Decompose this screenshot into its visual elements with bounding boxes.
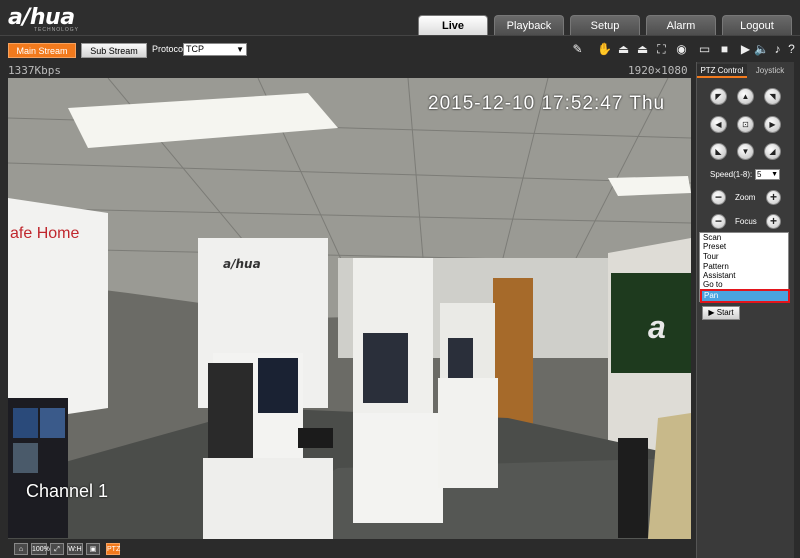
ptz-panel: PTZ Control Joystick ◤ ▲ ◥ ◀ ⊡ ▶ ◣ ▼ ◢ S… — [696, 62, 794, 558]
ptz-down-right-button[interactable]: ◢ — [764, 143, 781, 160]
ptz-function-dropdown[interactable]: Scan Preset Tour Pattern Assistant Go to… — [699, 232, 790, 303]
protocol-value: TCP — [186, 44, 204, 54]
focus-out-button[interactable]: − — [711, 214, 726, 229]
ptz-left-button[interactable]: ◀ — [710, 116, 727, 133]
ptz-right-button[interactable]: ▶ — [764, 116, 781, 133]
function-option-assistant[interactable]: Assistant — [703, 271, 735, 280]
ptz-up-button[interactable]: ▲ — [737, 88, 754, 105]
bell-alt-icon[interactable]: ⏏ — [635, 42, 650, 57]
bitrate-readout: 1337Kbps — [8, 64, 61, 77]
scene-brand-text: a/hua — [223, 257, 261, 271]
logo-subtext: TECHNOLOGY — [34, 27, 80, 33]
fullscreen-icon[interactable]: ▣ — [86, 543, 100, 555]
main-stream-button[interactable]: Main Stream — [8, 43, 76, 58]
zoom-100-button[interactable]: 100% — [31, 543, 50, 555]
home-icon[interactable]: ⌂ — [14, 543, 28, 555]
hand-icon[interactable]: ✋ — [597, 42, 612, 57]
mic-icon[interactable]: ♪ — [770, 42, 785, 57]
speaker-icon[interactable]: 🔈 — [754, 42, 769, 57]
tab-logout[interactable]: Logout — [722, 15, 792, 35]
camera-icon[interactable]: ■ — [717, 42, 732, 57]
tab-playback[interactable]: Playback — [494, 15, 564, 35]
protocol-label: Protocol — [152, 44, 186, 54]
fit-icon[interactable]: ⤢ — [50, 543, 64, 555]
chevron-down-icon: ▼ — [771, 171, 778, 178]
speed-value: 5 — [757, 170, 762, 179]
focus-in-button[interactable]: + — [766, 214, 781, 229]
ptz-toggle-button[interactable]: PTZ — [106, 543, 120, 555]
video-viewport[interactable]: a afe Home a/hua 2015-12-10 17:52:47 Thu… — [8, 78, 691, 539]
tab-ptz-control[interactable]: PTZ Control — [697, 64, 747, 78]
ptz-down-button[interactable]: ▼ — [737, 143, 754, 160]
camera-scene: a afe Home a/hua — [8, 78, 691, 539]
header: a/hua TECHNOLOGY Live Playback Setup Ala… — [0, 0, 800, 36]
tab-joystick[interactable]: Joystick — [747, 64, 793, 78]
region-icon[interactable]: ⛶ — [654, 42, 669, 57]
function-option-pan[interactable]: Pan — [701, 291, 789, 301]
circle-icon[interactable]: ◉ — [674, 42, 689, 57]
zoom-in-button[interactable]: + — [766, 190, 781, 205]
function-option-pattern[interactable]: Pattern — [703, 262, 729, 271]
start-label: Start — [716, 308, 734, 317]
tab-live[interactable]: Live — [418, 15, 488, 35]
protocol-select[interactable]: TCP ▼ — [183, 43, 247, 56]
zoom-label: Zoom — [735, 193, 756, 202]
screen-icon[interactable]: ▭ — [697, 42, 712, 57]
draw-icon[interactable]: ✎ — [570, 42, 585, 57]
svg-text:a: a — [648, 309, 666, 345]
speed-label: Speed(1-8): — [710, 170, 753, 179]
sub-stream-button[interactable]: Sub Stream — [81, 43, 147, 58]
function-option-preset[interactable]: Preset — [703, 242, 726, 251]
function-option-tour[interactable]: Tour — [703, 252, 719, 261]
start-button[interactable]: ▶ Start — [702, 306, 740, 320]
ptz-up-right-button[interactable]: ◥ — [764, 88, 781, 105]
help-icon[interactable]: ? — [784, 42, 799, 57]
speed-select[interactable]: 5 ▼ — [755, 169, 780, 180]
ptz-up-left-button[interactable]: ◤ — [710, 88, 727, 105]
osd-timestamp: 2015-12-10 17:52:47 Thu — [428, 93, 666, 114]
tab-alarm[interactable]: Alarm — [646, 15, 716, 35]
play-icon: ▶ — [708, 308, 715, 317]
ptz-center-button[interactable]: ⊡ — [737, 116, 754, 133]
record-icon[interactable]: ▶ — [738, 42, 753, 57]
toolbar: Main Stream Sub Stream Protocol TCP ▼ ✎ … — [0, 37, 800, 63]
function-option-goto[interactable]: Go to — [703, 280, 723, 289]
chevron-down-icon: ▼ — [236, 45, 244, 54]
function-option-scan[interactable]: Scan — [703, 233, 721, 242]
aspect-ratio-button[interactable]: W:H — [67, 543, 83, 555]
osd-channel-name: Channel 1 — [26, 481, 109, 501]
ptz-down-left-button[interactable]: ◣ — [710, 143, 727, 160]
resolution-readout: 1920×1080 — [628, 64, 688, 77]
bell-icon[interactable]: ⏏ — [616, 42, 631, 57]
scene-sign-text: afe Home — [10, 225, 79, 242]
tab-setup[interactable]: Setup — [570, 15, 640, 35]
zoom-out-button[interactable]: − — [711, 190, 726, 205]
focus-label: Focus — [735, 217, 757, 226]
bottom-bar: ⌂ 100% ⤢ W:H ▣ PTZ — [0, 540, 800, 558]
